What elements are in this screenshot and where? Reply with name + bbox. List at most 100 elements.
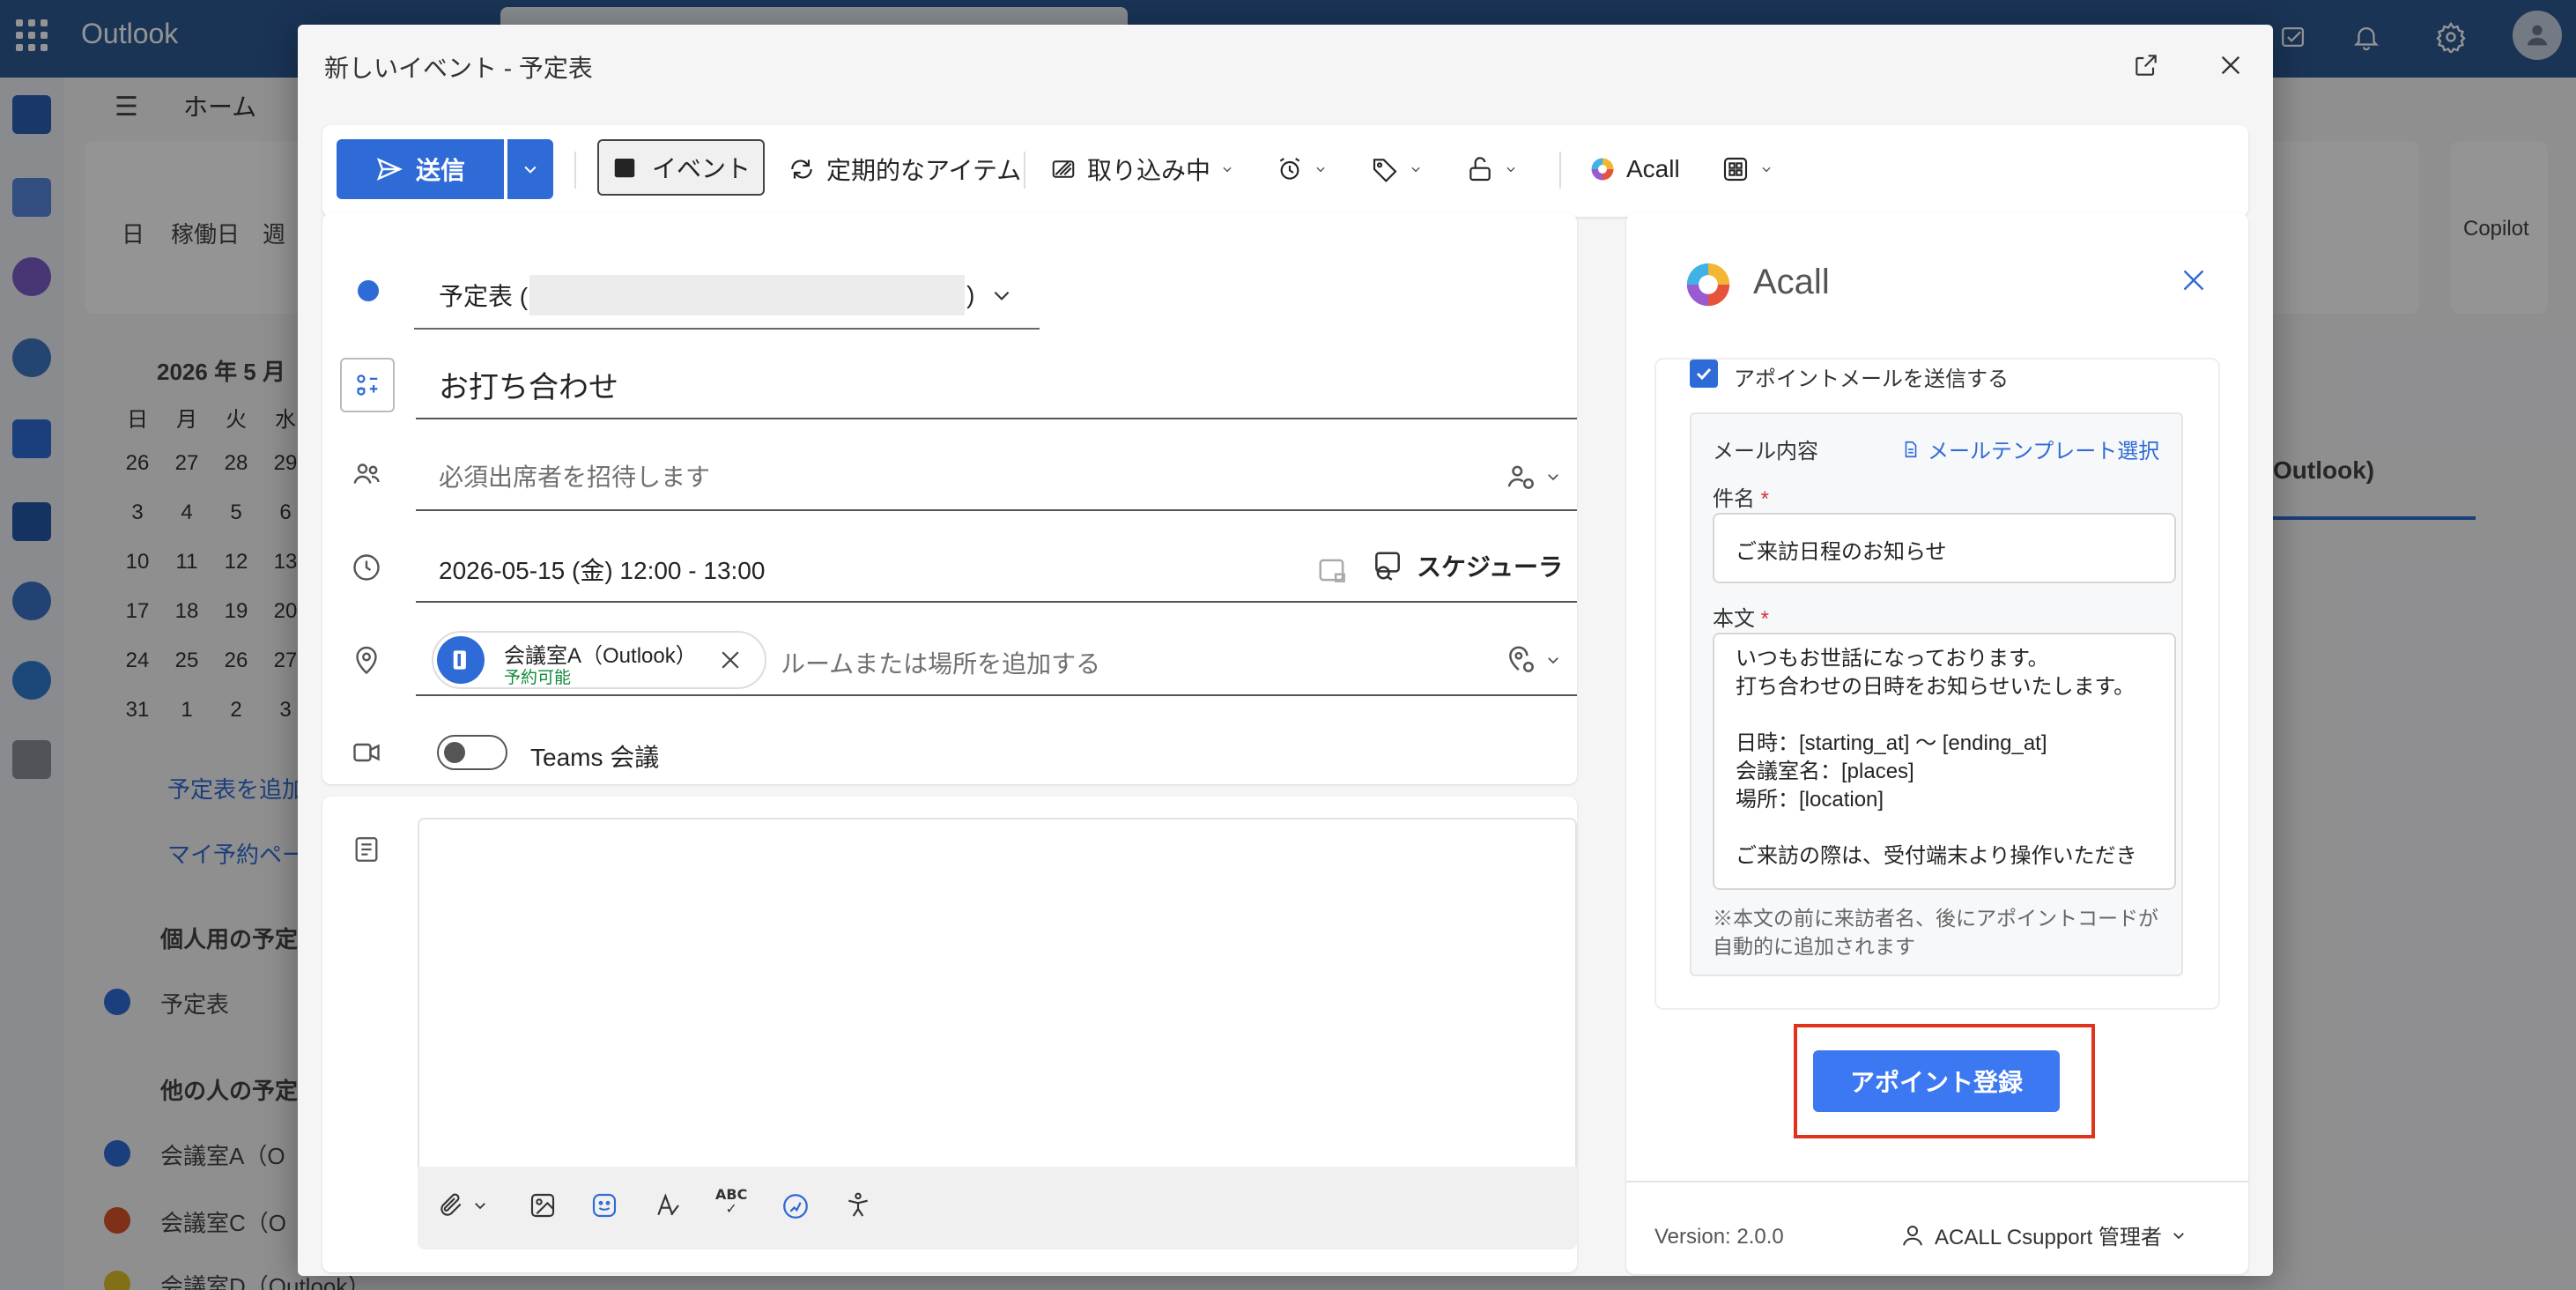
attendees-underline [416, 509, 1577, 511]
send-mail-checkbox[interactable] [1690, 360, 1718, 388]
clock-icon [349, 550, 384, 585]
attendee-options-button[interactable] [1505, 460, 1561, 493]
room-status: 予約可能 [504, 669, 572, 687]
room-chip[interactable]: 会議室A（Outlook） 予約可能 [432, 631, 766, 689]
body-label-text: 本文 [1713, 607, 1755, 631]
reminder-dropdown[interactable] [1276, 139, 1327, 199]
accessibility-icon[interactable] [844, 1191, 872, 1220]
teams-toggle[interactable] [437, 735, 507, 770]
tag-icon [1373, 159, 1397, 182]
repeat-icon [791, 159, 812, 179]
body-note: ※本文の前に来訪者名、後にアポイントコードが自動的に追加されます [1713, 907, 2158, 958]
scheduler-icon [1375, 552, 1400, 581]
send-button[interactable]: 送信 [337, 139, 504, 199]
acall-form-card: アポイントメールを送信する メール内容 メールテンプレート選択 件名 * ご来訪… [1654, 358, 2220, 1010]
category-dropdown[interactable] [1371, 139, 1422, 199]
template-select-link[interactable]: メールテンプレート選択 [1901, 434, 2159, 464]
body-textarea[interactable]: いつもお世話になっております。 打ち合わせの日時をお知らせいたします。 日時：[… [1713, 633, 2176, 890]
location-underline [416, 694, 1577, 696]
chevron-down-icon [2173, 1232, 2184, 1239]
location-icon [349, 643, 384, 678]
event-type-label: イベント [651, 154, 751, 183]
user-name: ACALL Csupport 管理者 [1935, 1226, 2162, 1249]
mail-content-box: メール内容 メールテンプレート選択 件名 * ご来訪日程のお知らせ 本文 * い… [1690, 412, 2183, 976]
user-menu[interactable]: ACALL Csupport 管理者 [1899, 1220, 2187, 1250]
dialog-title: 新しいイベント - 予定表 [324, 55, 593, 82]
document-icon [1905, 441, 1917, 457]
title-options-icon[interactable] [340, 358, 395, 412]
event-toolbar: 送信 イベント 定期的なアイテム 取り込み中 Acall [322, 125, 2248, 217]
send-options-button[interactable] [507, 139, 553, 199]
apps-dropdown[interactable] [1721, 139, 1773, 199]
teams-label: Teams 会議 [530, 744, 660, 771]
redacted-account [529, 275, 966, 315]
busy-status-dropdown[interactable]: 取り込み中 [1050, 139, 1233, 199]
alarm-icon [1279, 158, 1300, 180]
subject-label: 件名 * [1713, 487, 1770, 511]
location-input[interactable]: ルームまたは場所を追加する [781, 645, 1100, 680]
scheduler-button[interactable]: スケジューラ [1371, 548, 1563, 583]
body-line: 打ち合わせの日時をお知らせいたします。 [1736, 675, 2136, 699]
attach-button[interactable] [437, 1191, 488, 1220]
people-settings-icon [1507, 465, 1534, 489]
attendees-input[interactable]: 必須出席者を招待します [439, 458, 710, 493]
availability-icon[interactable] [1316, 553, 1350, 587]
send-icon [376, 158, 403, 181]
send-label: 送信 [415, 156, 465, 185]
acall-addin-label: Acall [1626, 155, 1680, 182]
title-underline [416, 418, 1577, 419]
datetime-field[interactable]: 2026-05-15 (金) 12:00 - 13:00 [439, 552, 765, 587]
subject-input[interactable]: ご来訪日程のお知らせ [1713, 513, 2176, 583]
paperclip-icon [440, 1193, 462, 1216]
chevron-down-icon [1762, 167, 1771, 173]
close-icon[interactable] [2210, 44, 2252, 86]
calendar-picker-suffix: ) [966, 281, 975, 308]
version-text: Version: 2.0.0 [1654, 1225, 1784, 1249]
text-format-icon[interactable] [654, 1191, 682, 1220]
user-icon [1903, 1225, 1922, 1246]
recurring-label: 定期的なアイテム [826, 157, 1022, 184]
acall-logo-icon [1683, 259, 1734, 310]
toolbar-divider [1559, 152, 1561, 189]
send-mail-label: アポイントメールを送信する [1734, 367, 2009, 391]
editor-copilot-icon[interactable] [781, 1191, 811, 1221]
busy-status-icon [1052, 160, 1075, 178]
subject-value: ご来訪日程のお知らせ [1736, 540, 1947, 564]
event-title-input[interactable]: お打ち合わせ [439, 363, 618, 406]
toggle-knob [444, 742, 465, 763]
calendar-color-dot [358, 280, 379, 301]
body-line-blank [1736, 701, 2137, 730]
notes-icon [349, 832, 384, 867]
scheduler-label: スケジューラ [1417, 553, 1564, 581]
recurring-button[interactable]: 定期的なアイテム [788, 139, 1021, 199]
acall-addin-button[interactable]: Acall [1589, 139, 1680, 199]
body-line: 日時：[starting_at] 〜 [ending_at] [1736, 731, 2047, 755]
remove-room-icon[interactable] [717, 647, 744, 673]
calendar-picker-label: 予定表 ( [439, 283, 529, 310]
acall-panel: Acall アポイントメールを送信する メール内容 メールテンプレート選択 件名… [1626, 213, 2248, 1274]
subject-label-text: 件名 [1713, 487, 1755, 511]
toolbar-divider [574, 152, 576, 189]
chevron-down-icon [1548, 474, 1558, 481]
privacy-dropdown[interactable] [1466, 139, 1517, 199]
body-line-blank [1736, 814, 2137, 842]
room-finder-button[interactable] [1505, 643, 1561, 677]
body-text: いつもお世話になっております。 打ち合わせの日時をお知らせいたします。 日時：[… [1736, 645, 2137, 871]
panel-footer-divider [1626, 1181, 2248, 1182]
calendar-picker[interactable]: 予定表 ( ) [439, 275, 1013, 315]
event-form: 予定表 ( ) お打ち合わせ 必須出席者を招待します 2026-05-15 (金… [322, 213, 1577, 784]
event-type-button[interactable]: イベント [597, 139, 765, 196]
new-event-dialog: 新しいイベント - 予定表 送信 イベント 定期的なアイテム 取り込み中 Aca… [298, 25, 2273, 1276]
body-editor[interactable] [418, 818, 1577, 1227]
template-select-label: メールテンプレート選択 [1928, 440, 2160, 463]
chevron-down-icon [1223, 167, 1232, 173]
popout-icon[interactable] [2125, 44, 2167, 86]
body-line: 場所：[location] [1736, 788, 1884, 812]
sticker-icon[interactable] [590, 1191, 618, 1220]
image-icon[interactable] [529, 1191, 557, 1220]
location-settings-icon [1509, 646, 1534, 672]
mail-content-label: メール内容 [1713, 440, 1818, 463]
lock-open-icon [1469, 157, 1491, 182]
spellcheck-icon[interactable]: ABC ✓ [715, 1188, 747, 1216]
close-panel-icon[interactable] [2178, 264, 2210, 296]
